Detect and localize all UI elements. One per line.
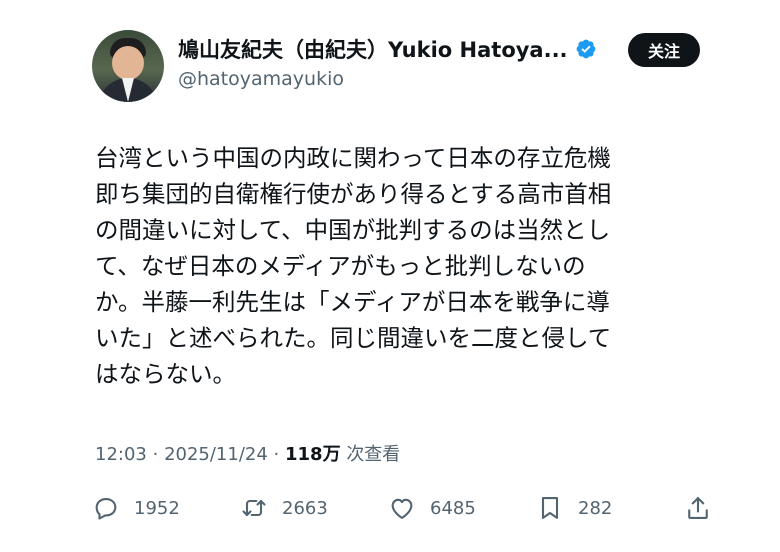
tweet-text: 台湾という中国の内政に関わって日本の存立危機 即ち集団的自衛権行使があり得るとす… <box>95 140 705 392</box>
tweet-date[interactable]: 2025/11/24 <box>164 444 268 465</box>
bookmark-button[interactable]: 282 <box>536 490 612 526</box>
tweet-meta: 12:03 · 2025/11/24 · 118万 次查看 <box>95 440 400 466</box>
bookmark-count: 282 <box>578 497 613 519</box>
tweet-text-line: いた」と述べられた。同じ間違いを二度と侵して <box>95 324 612 352</box>
reply-count: 1952 <box>134 497 180 519</box>
tweet-card: 鳩山友紀夫（由紀夫）Yukio Hatoya... @hatoyamayukio… <box>0 0 780 552</box>
views-count: 118万 <box>285 444 341 465</box>
meta-separator: · <box>152 444 165 465</box>
author-display-name[interactable]: 鳩山友紀夫（由紀夫）Yukio Hatoya... <box>178 34 568 64</box>
retweet-icon <box>242 499 266 517</box>
tweet-text-line: の間違いに対して、中国が批判するのは当然とし <box>95 216 611 244</box>
author-name-row: 鳩山友紀夫（由紀夫）Yukio Hatoya... <box>178 34 597 64</box>
like-icon <box>391 498 413 519</box>
like-button[interactable]: 6485 <box>388 490 476 526</box>
like-count: 6485 <box>430 497 476 519</box>
share-button[interactable] <box>684 490 712 526</box>
tweet-text-line: 台湾という中国の内政に関わって日本の存立危機 <box>95 144 611 172</box>
retweet-count: 2663 <box>282 497 328 519</box>
tweet-text-line: 即ち集団的自衛権行使があり得るとする高市首相 <box>95 180 612 208</box>
verified-badge-icon <box>576 39 595 59</box>
share-icon <box>688 497 708 519</box>
avatar-face <box>112 46 144 80</box>
views-label: 次查看 <box>346 444 401 465</box>
follow-button[interactable]: 关注 <box>628 33 700 67</box>
reply-button[interactable]: 1952 <box>92 490 180 526</box>
meta-separator: · <box>273 444 285 465</box>
reply-icon <box>95 497 117 520</box>
bookmark-icon <box>541 497 559 519</box>
action-bar: 1952 2663 6485 282 <box>92 490 716 526</box>
tweet-text-line: か。半藤一利先生は「メディアが日本を戦争に導 <box>95 288 610 316</box>
tweet-text-line: て、なぜ日本のメディアがもっと批判しないの <box>95 252 586 280</box>
avatar[interactable] <box>92 30 164 102</box>
tweet-time[interactable]: 12:03 <box>95 444 147 465</box>
tweet-text-line: はならない。 <box>95 360 236 388</box>
retweet-button[interactable]: 2663 <box>240 490 328 526</box>
author-handle[interactable]: @hatoyamayukio <box>178 68 344 90</box>
